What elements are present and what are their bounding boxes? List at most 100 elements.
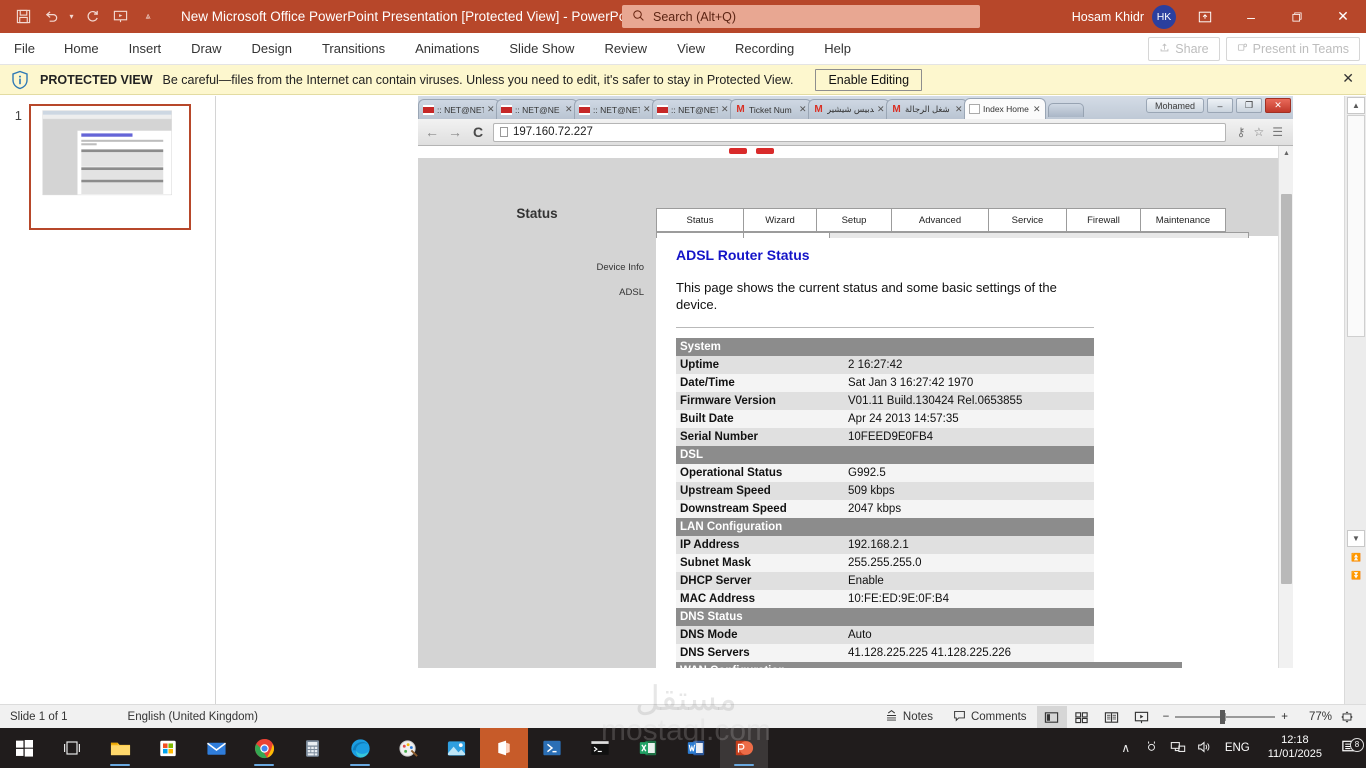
redo-icon[interactable] [79, 5, 105, 29]
browser-tab-6[interactable]: M تدبيس شيشير - ✕ [808, 99, 890, 119]
sidebar-item-adsl[interactable]: ADSL [596, 287, 644, 298]
word-icon[interactable] [672, 728, 720, 768]
command-prompt-icon[interactable] [576, 728, 624, 768]
paint-icon[interactable] [384, 728, 432, 768]
excel-icon[interactable] [624, 728, 672, 768]
slide-show-icon[interactable] [1127, 706, 1157, 728]
office-icon[interactable] [480, 728, 528, 768]
scroll-down-icon[interactable]: ▼ [1347, 530, 1365, 547]
browser-page-scrollbar[interactable]: ▲ [1278, 146, 1293, 668]
star-icon[interactable]: ☆ [1253, 125, 1264, 139]
sidebar-item-device-info[interactable]: Device Info [596, 262, 644, 273]
previous-slide-icon[interactable]: ⏫ [1347, 549, 1365, 566]
close-tab-icon[interactable]: ✕ [877, 104, 885, 115]
close-tab-icon[interactable]: ✕ [721, 104, 729, 115]
ribbon-tab-view[interactable]: View [662, 33, 720, 65]
account-area[interactable]: Hosam Khidr HK [1072, 5, 1176, 29]
share-button[interactable]: Share [1148, 37, 1220, 61]
microsoft-edge-icon[interactable] [336, 728, 384, 768]
volume-icon[interactable] [1191, 739, 1217, 758]
close-icon[interactable]: ✕ [1342, 70, 1354, 87]
ribbon-tab-draw[interactable]: Draw [176, 33, 236, 65]
file-explorer-icon[interactable] [96, 728, 144, 768]
new-tab-button[interactable] [1048, 103, 1084, 117]
ribbon-tab-slide-show[interactable]: Slide Show [494, 33, 589, 65]
scroll-up-icon[interactable]: ▲ [1347, 97, 1365, 114]
restore-button[interactable] [1274, 0, 1320, 33]
zoom-in-button[interactable]: + [1275, 705, 1294, 729]
zoom-slider[interactable] [1175, 705, 1276, 729]
zoom-slider-handle[interactable] [1220, 710, 1226, 724]
browser-close-button[interactable]: ✕ [1265, 98, 1291, 113]
ribbon-tab-animations[interactable]: Animations [400, 33, 494, 65]
ribbon-tab-review[interactable]: Review [589, 33, 662, 65]
language-indicator[interactable]: English (United Kingdom) [128, 711, 258, 723]
next-slide-icon[interactable]: ⏬ [1347, 567, 1365, 584]
notifications-icon[interactable]: 8 [1332, 738, 1366, 758]
ribbon-display-options-icon[interactable] [1182, 0, 1228, 33]
close-tab-icon[interactable]: ✕ [1033, 104, 1041, 115]
zoom-out-button[interactable]: − [1157, 705, 1176, 729]
key-icon[interactable]: ⚷ [1237, 125, 1246, 139]
powerpoint-icon[interactable] [720, 728, 768, 768]
close-tab-icon[interactable]: ✕ [799, 104, 807, 115]
reload-icon[interactable]: C [470, 124, 486, 140]
browser-tab-5[interactable]: M Ticket Num ✕ [730, 99, 812, 119]
back-icon[interactable]: ← [424, 124, 440, 140]
task-view-icon[interactable] [48, 728, 96, 768]
clock[interactable]: 12:18 11/01/2025 [1258, 734, 1332, 762]
router-tab-status[interactable]: Status [656, 208, 744, 232]
browser-tab-1[interactable]: :: NET@NET ✕ [418, 99, 500, 119]
ribbon-tab-file[interactable]: File [0, 33, 49, 65]
notes-button[interactable]: Notes [875, 705, 943, 729]
language-indicator[interactable]: ENG [1217, 742, 1258, 754]
fit-slide-to-window-icon[interactable] [1332, 706, 1362, 728]
address-bar[interactable]: 197.160.72.227 [493, 122, 1226, 142]
ribbon-tab-insert[interactable]: Insert [114, 33, 177, 65]
enable-editing-button[interactable]: Enable Editing [815, 68, 923, 91]
google-chrome-icon[interactable] [240, 728, 288, 768]
router-tab-firewall[interactable]: Firewall [1066, 208, 1141, 232]
scrollbar-thumb[interactable] [1281, 194, 1292, 584]
minimize-button[interactable]: – [1228, 0, 1274, 33]
forward-icon[interactable]: → [447, 124, 463, 140]
powershell-icon[interactable] [528, 728, 576, 768]
router-tab-advanced[interactable]: Advanced [891, 208, 989, 232]
undo-icon[interactable] [38, 5, 64, 29]
slide-counter[interactable]: Slide 1 of 1 [10, 711, 68, 723]
browser-profile-button[interactable]: Mohamed [1145, 98, 1204, 113]
microsoft-store-icon[interactable] [144, 728, 192, 768]
router-tab-wizard[interactable]: Wizard [743, 208, 817, 232]
mail-icon[interactable] [192, 728, 240, 768]
search-box[interactable]: Search (Alt+Q) [622, 5, 980, 28]
ribbon-tab-design[interactable]: Design [237, 33, 307, 65]
browser-restore-button[interactable]: ❐ [1236, 98, 1262, 113]
customize-qat-icon[interactable]: ⩓ [135, 5, 161, 29]
show-hidden-icons-icon[interactable]: ∧ [1113, 741, 1139, 755]
undo-dropdown-icon[interactable]: ▾ [66, 5, 77, 29]
router-tab-service[interactable]: Service [988, 208, 1067, 232]
hamburger-menu-icon[interactable]: ☰ [1272, 125, 1283, 139]
calculator-icon[interactable] [288, 728, 336, 768]
scrollbar-thumb[interactable] [1347, 115, 1365, 337]
browser-tab-7[interactable]: M شغل الرجالة - ✕ [886, 99, 968, 119]
slide-thumbnail-1[interactable] [29, 104, 191, 230]
slide-sorter-icon[interactable] [1067, 706, 1097, 728]
normal-view-icon[interactable] [1036, 706, 1067, 728]
scroll-up-icon[interactable]: ▲ [1279, 146, 1293, 160]
present-in-teams-button[interactable]: Present in Teams [1225, 37, 1360, 61]
close-button[interactable]: ✕ [1320, 0, 1366, 33]
avatar[interactable]: HK [1152, 5, 1176, 29]
browser-minimize-button[interactable]: – [1207, 98, 1233, 113]
slide-1[interactable]: :: NET@NET ✕ :: NET@NE ✕ :: NET@NET ✕::… [418, 96, 1293, 668]
network-icon[interactable] [1165, 739, 1191, 758]
reading-view-icon[interactable] [1097, 706, 1127, 728]
ribbon-tab-transitions[interactable]: Transitions [307, 33, 400, 65]
browser-tab-2[interactable]: :: NET@NE ✕ [496, 99, 578, 119]
close-tab-icon[interactable]: ✕ [565, 104, 573, 115]
ribbon-tab-home[interactable]: Home [49, 33, 114, 65]
camera-icon[interactable] [1139, 739, 1165, 757]
powerpoint-vertical-scrollbar[interactable]: ▲ ▼ ⏫ ⏬ [1344, 96, 1366, 704]
router-tab-setup[interactable]: Setup [816, 208, 892, 232]
photos-icon[interactable] [432, 728, 480, 768]
